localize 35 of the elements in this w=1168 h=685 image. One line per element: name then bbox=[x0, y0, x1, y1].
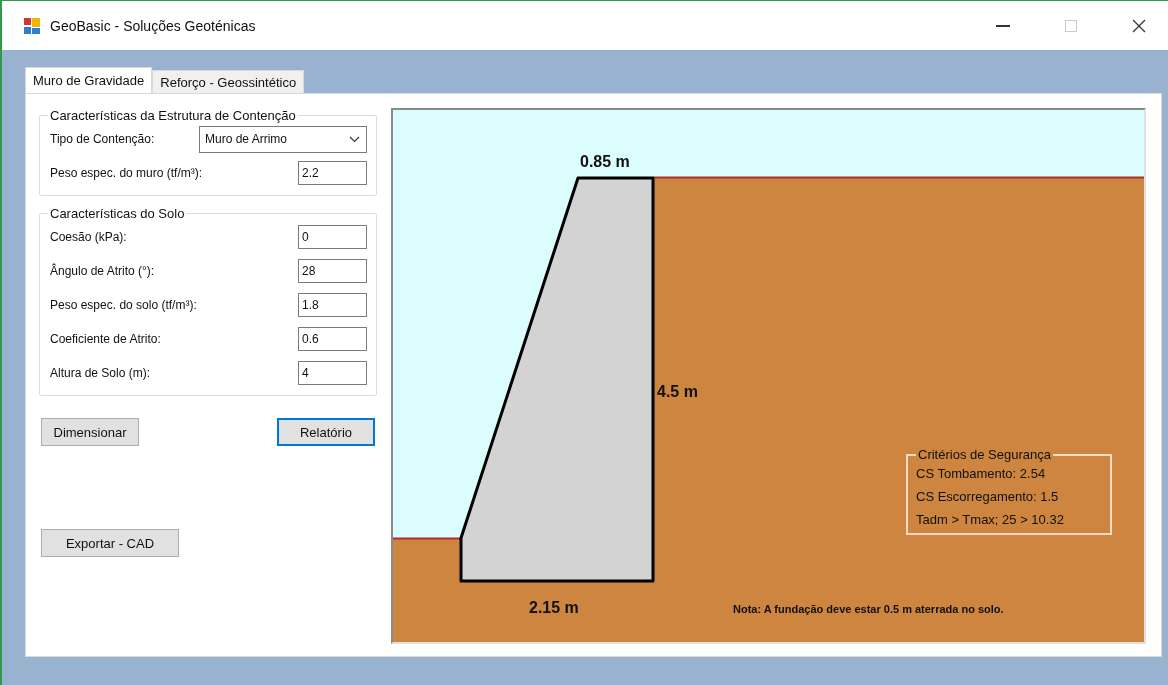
field-label: Coeficiente de Atrito: bbox=[50, 332, 161, 346]
maximize-icon bbox=[1065, 19, 1077, 32]
criteria-text: Tadm > Tmax; 25 > 10.32 bbox=[916, 512, 1065, 527]
action-button[interactable]: Dimensionar bbox=[41, 418, 139, 446]
chevron-down-icon bbox=[349, 135, 360, 143]
tab[interactable]: Reforço - Geossintético bbox=[152, 70, 305, 93]
field-label: Tipo de Contenção: bbox=[50, 132, 155, 146]
close-icon bbox=[1132, 18, 1146, 33]
field-label: Altura de Solo (m): bbox=[50, 366, 151, 380]
input-field[interactable]: 0.6 bbox=[298, 327, 367, 351]
export-button[interactable]: Exportar - CAD bbox=[41, 529, 179, 557]
minimize-icon bbox=[996, 24, 1010, 27]
field-label: Peso espec. do solo (tf/m³): bbox=[50, 298, 197, 312]
criteria-text: CS Tombamento: 2.54 bbox=[916, 466, 1047, 481]
input-field[interactable]: 28 bbox=[298, 259, 367, 283]
tab[interactable]: Muro de Gravidade bbox=[25, 67, 153, 93]
group-title: Características da Estrutura de Contenção bbox=[49, 108, 297, 123]
dropdown[interactable]: Muro de Arrimo bbox=[199, 125, 367, 153]
criteria-title: Critérios de Segurança bbox=[917, 447, 1052, 462]
criteria-text: CS Escorregamento: 1.5 bbox=[916, 489, 1060, 504]
field-label: Coesão (kPa): bbox=[50, 230, 127, 244]
input-field[interactable]: 4 bbox=[298, 361, 367, 385]
input-field[interactable]: 0 bbox=[298, 225, 367, 249]
dimension-label: 4.5 m bbox=[657, 383, 698, 401]
input-field[interactable]: 1.8 bbox=[298, 293, 367, 317]
dimension-label: 0.85 m bbox=[580, 153, 630, 171]
window-title: GeoBasic - Soluções Geoténicas bbox=[50, 17, 257, 34]
note-text: Nota: A fundação deve estar 0.5 m aterrada no solo. bbox=[733, 603, 1004, 615]
dimension-label: 2.15 m bbox=[529, 599, 579, 617]
action-button[interactable]: Relatório bbox=[277, 418, 375, 446]
input-field[interactable]: 2.2 bbox=[298, 161, 367, 185]
app-icon bbox=[24, 17, 40, 34]
group-title: Características do Solo bbox=[49, 206, 186, 221]
field-label: Peso espec. do muro (tf/m³): bbox=[50, 166, 203, 180]
field-label: Ângulo de Atrito (°): bbox=[50, 264, 155, 278]
